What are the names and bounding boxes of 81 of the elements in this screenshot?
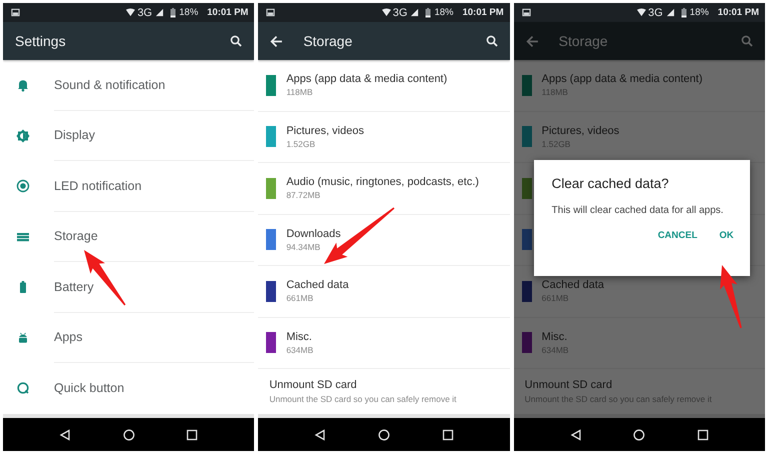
settings-label: Apps bbox=[54, 312, 254, 363]
dialog-title: Clear cached data? bbox=[552, 176, 670, 191]
signal-icon bbox=[666, 8, 675, 17]
category-name: Downloads bbox=[286, 228, 341, 240]
unmount-title: Unmount SD card bbox=[269, 379, 358, 391]
category-size: 118MB bbox=[286, 87, 314, 98]
category-size: 661MB bbox=[286, 293, 314, 304]
battery-icon bbox=[425, 8, 432, 18]
screen-title: Storage bbox=[558, 33, 609, 49]
image-icon bbox=[11, 8, 20, 17]
category-name: Misc. bbox=[286, 330, 313, 343]
unmount-description: Unmount the SD card so you can safely remove it bbox=[269, 394, 458, 404]
signal-icon bbox=[155, 8, 164, 17]
category-row[interactable]: Audio (music, ringtones, podcasts, etc.) 87.72MB bbox=[258, 163, 510, 214]
signal-icon bbox=[410, 8, 420, 17]
ring-icon bbox=[16, 179, 30, 194]
brightness-icon bbox=[16, 128, 30, 143]
settings-label: LED notification bbox=[54, 161, 254, 212]
recents-icon[interactable] bbox=[697, 428, 710, 440]
battery-percent: 18% bbox=[179, 7, 198, 18]
screen-title: Storage bbox=[303, 33, 354, 49]
settings-item[interactable]: LED notification bbox=[3, 161, 254, 212]
search-icon[interactable] bbox=[486, 35, 498, 47]
category-name: Pictures, videos bbox=[286, 124, 364, 137]
wifi-icon bbox=[637, 8, 646, 17]
category-name: Pictures, videos bbox=[542, 124, 620, 137]
search-icon[interactable] bbox=[230, 35, 242, 47]
android-icon bbox=[16, 330, 30, 345]
settings-item[interactable]: Sound & notification bbox=[3, 60, 254, 110]
battery-percent: 18% bbox=[690, 7, 709, 18]
screen-title: Settings bbox=[15, 33, 67, 49]
category-name: Cached data bbox=[542, 279, 604, 292]
category-row[interactable]: Apps (app data & media content) 118MB bbox=[258, 60, 510, 112]
image-icon bbox=[266, 8, 276, 17]
wifi-icon bbox=[126, 8, 136, 17]
battery-icon bbox=[680, 8, 687, 18]
category-size: 87.72MB bbox=[286, 190, 322, 200]
category-size: 94.34MB bbox=[286, 242, 322, 252]
category-size: 1.52GB bbox=[286, 138, 316, 149]
cancel-button[interactable]: CANCEL bbox=[652, 226, 704, 245]
clock: 10:01 PM bbox=[462, 7, 504, 18]
dialog-message: This will clear cached data for all apps. bbox=[552, 204, 724, 218]
clock: 10:01 PM bbox=[718, 7, 759, 18]
recents-icon[interactable] bbox=[442, 428, 454, 440]
settings-label: Display bbox=[54, 110, 254, 161]
settings-label: Quick button bbox=[54, 380, 126, 398]
category-row[interactable]: Misc. 634MB bbox=[258, 318, 510, 369]
recents-icon[interactable] bbox=[186, 428, 198, 440]
network-label: 3G bbox=[137, 6, 152, 18]
category-name: Apps (app data & media content) bbox=[286, 73, 448, 86]
category-row[interactable]: Cached data 661MB bbox=[258, 266, 510, 318]
image-icon bbox=[522, 8, 531, 17]
back-icon[interactable] bbox=[570, 428, 582, 440]
category-name: Cached data bbox=[286, 279, 349, 292]
unmount-item[interactable]: Unmount SD card Unmount the SD card so you can safely remove it bbox=[258, 369, 510, 414]
settings-item[interactable]: Display bbox=[3, 110, 254, 161]
q-icon bbox=[16, 381, 30, 396]
settings-item[interactable]: Apps bbox=[3, 312, 254, 363]
back-icon[interactable] bbox=[58, 428, 71, 440]
category-row[interactable]: Pictures, videos 1.52GB bbox=[258, 112, 510, 163]
pointer-arrow bbox=[720, 265, 742, 328]
unmount-title: Unmount SD card bbox=[524, 379, 614, 391]
clock: 10:01 PM bbox=[207, 7, 248, 18]
home-icon[interactable] bbox=[378, 428, 390, 440]
category-name: Apps (app data & media content) bbox=[542, 73, 702, 86]
category-size: 634MB bbox=[286, 344, 314, 355]
battery-percent: 18% bbox=[434, 7, 454, 18]
confirm-button[interactable]: OK bbox=[713, 226, 740, 245]
network-label: 3G bbox=[648, 6, 663, 18]
settings-item[interactable]: Quick button bbox=[3, 363, 254, 414]
category-name: Misc. bbox=[542, 330, 568, 343]
settings-label: Sound & notification bbox=[54, 60, 254, 110]
back-icon[interactable] bbox=[314, 428, 326, 440]
battery-icon bbox=[170, 8, 176, 18]
wifi-icon bbox=[382, 8, 391, 17]
home-icon[interactable] bbox=[122, 428, 135, 440]
bell-icon bbox=[16, 78, 30, 92]
home-icon[interactable] bbox=[633, 428, 646, 440]
back-arrow-icon[interactable] bbox=[270, 34, 284, 48]
network-label: 3G bbox=[392, 6, 408, 18]
category-name: Audio (music, ringtones, podcasts, etc.) bbox=[286, 176, 479, 188]
